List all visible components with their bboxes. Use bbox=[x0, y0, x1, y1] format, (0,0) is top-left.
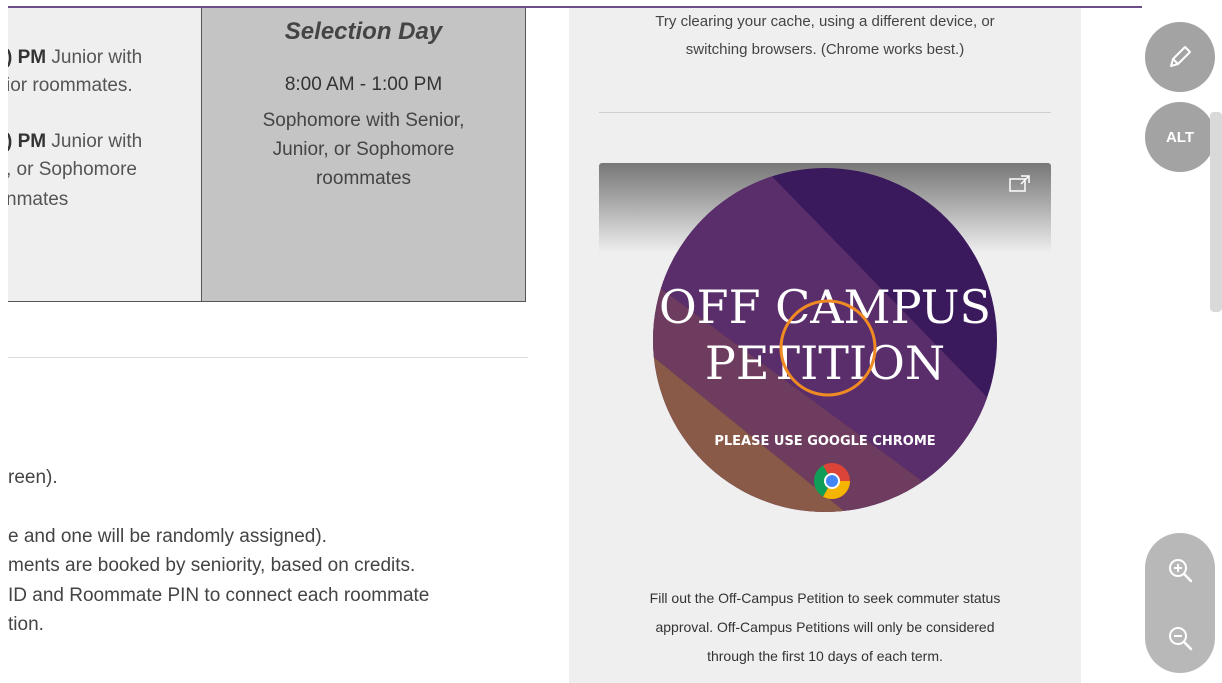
body-line: ments are booked by seniority, based on … bbox=[8, 555, 416, 576]
schedule-cell-sophomore: Selection Day 8:00 AM - 1:00 PM Sophomor… bbox=[202, 8, 526, 302]
edit-button[interactable] bbox=[1145, 22, 1215, 92]
selection-description: Sophomore with Senior, Junior, or Sophom… bbox=[262, 110, 465, 189]
alt-text-button[interactable]: ALT bbox=[1145, 102, 1215, 172]
off-campus-sidebar: Try clearing your cache, using a differe… bbox=[569, 8, 1081, 683]
left-edge bbox=[0, 0, 8, 683]
zoom-out-icon bbox=[1169, 627, 1193, 651]
zoom-in-button[interactable] bbox=[1145, 535, 1215, 605]
selection-day-title: Selection Day bbox=[284, 18, 443, 45]
browser-help-text: Try clearing your cache, using a differe… bbox=[655, 13, 995, 58]
sidebar-divider bbox=[599, 112, 1051, 113]
zoom-controls bbox=[1145, 533, 1215, 673]
section-divider bbox=[8, 357, 528, 358]
schedule-line: ) PM Junior with bbox=[8, 47, 143, 68]
promo-subtitle: PLEASE USE GOOGLE CHROME bbox=[714, 434, 935, 449]
schedule-line: , or Sophomore bbox=[8, 159, 137, 180]
vertical-scrollbar[interactable] bbox=[1210, 112, 1222, 312]
promo-title-line1: OFF CAMPUS bbox=[659, 280, 991, 334]
zoom-in-icon bbox=[1169, 559, 1193, 583]
zoom-out-button[interactable] bbox=[1145, 603, 1215, 673]
body-line: ID and Roommate PIN to connect each room… bbox=[8, 585, 430, 606]
petition-description: Fill out the Off-Campus Petition to seek… bbox=[649, 590, 1001, 664]
selection-schedule-table: ) PM Junior with ior roommates. ) PM Jun… bbox=[8, 8, 526, 302]
promo-title-line2: PETITION bbox=[705, 336, 945, 390]
body-line: reen). bbox=[8, 467, 58, 488]
selection-time: 8:00 AM - 1:00 PM bbox=[284, 74, 443, 95]
chrome-logo-icon bbox=[813, 463, 850, 500]
schedule-line: ior roommates. bbox=[8, 75, 133, 96]
schedule-cell-junior: ) PM Junior with ior roommates. ) PM Jun… bbox=[8, 8, 202, 302]
body-line: e and one will be randomly assigned). bbox=[8, 526, 327, 547]
off-campus-petition-banner[interactable]: OFF CAMPUS PETITION PLEASE USE GOOGLE CH… bbox=[599, 163, 1051, 523]
external-link-icon[interactable] bbox=[1009, 175, 1031, 193]
top-accent-line bbox=[0, 0, 1222, 8]
body-line: tion. bbox=[8, 614, 44, 635]
pencil-icon bbox=[1170, 46, 1191, 67]
schedule-line: nmates bbox=[8, 189, 69, 210]
schedule-line: ) PM Junior with bbox=[8, 131, 143, 152]
alt-label: ALT bbox=[1165, 128, 1195, 146]
petition-artwork: OFF CAMPUS PETITION PLEASE USE GOOGLE CH… bbox=[653, 168, 997, 512]
